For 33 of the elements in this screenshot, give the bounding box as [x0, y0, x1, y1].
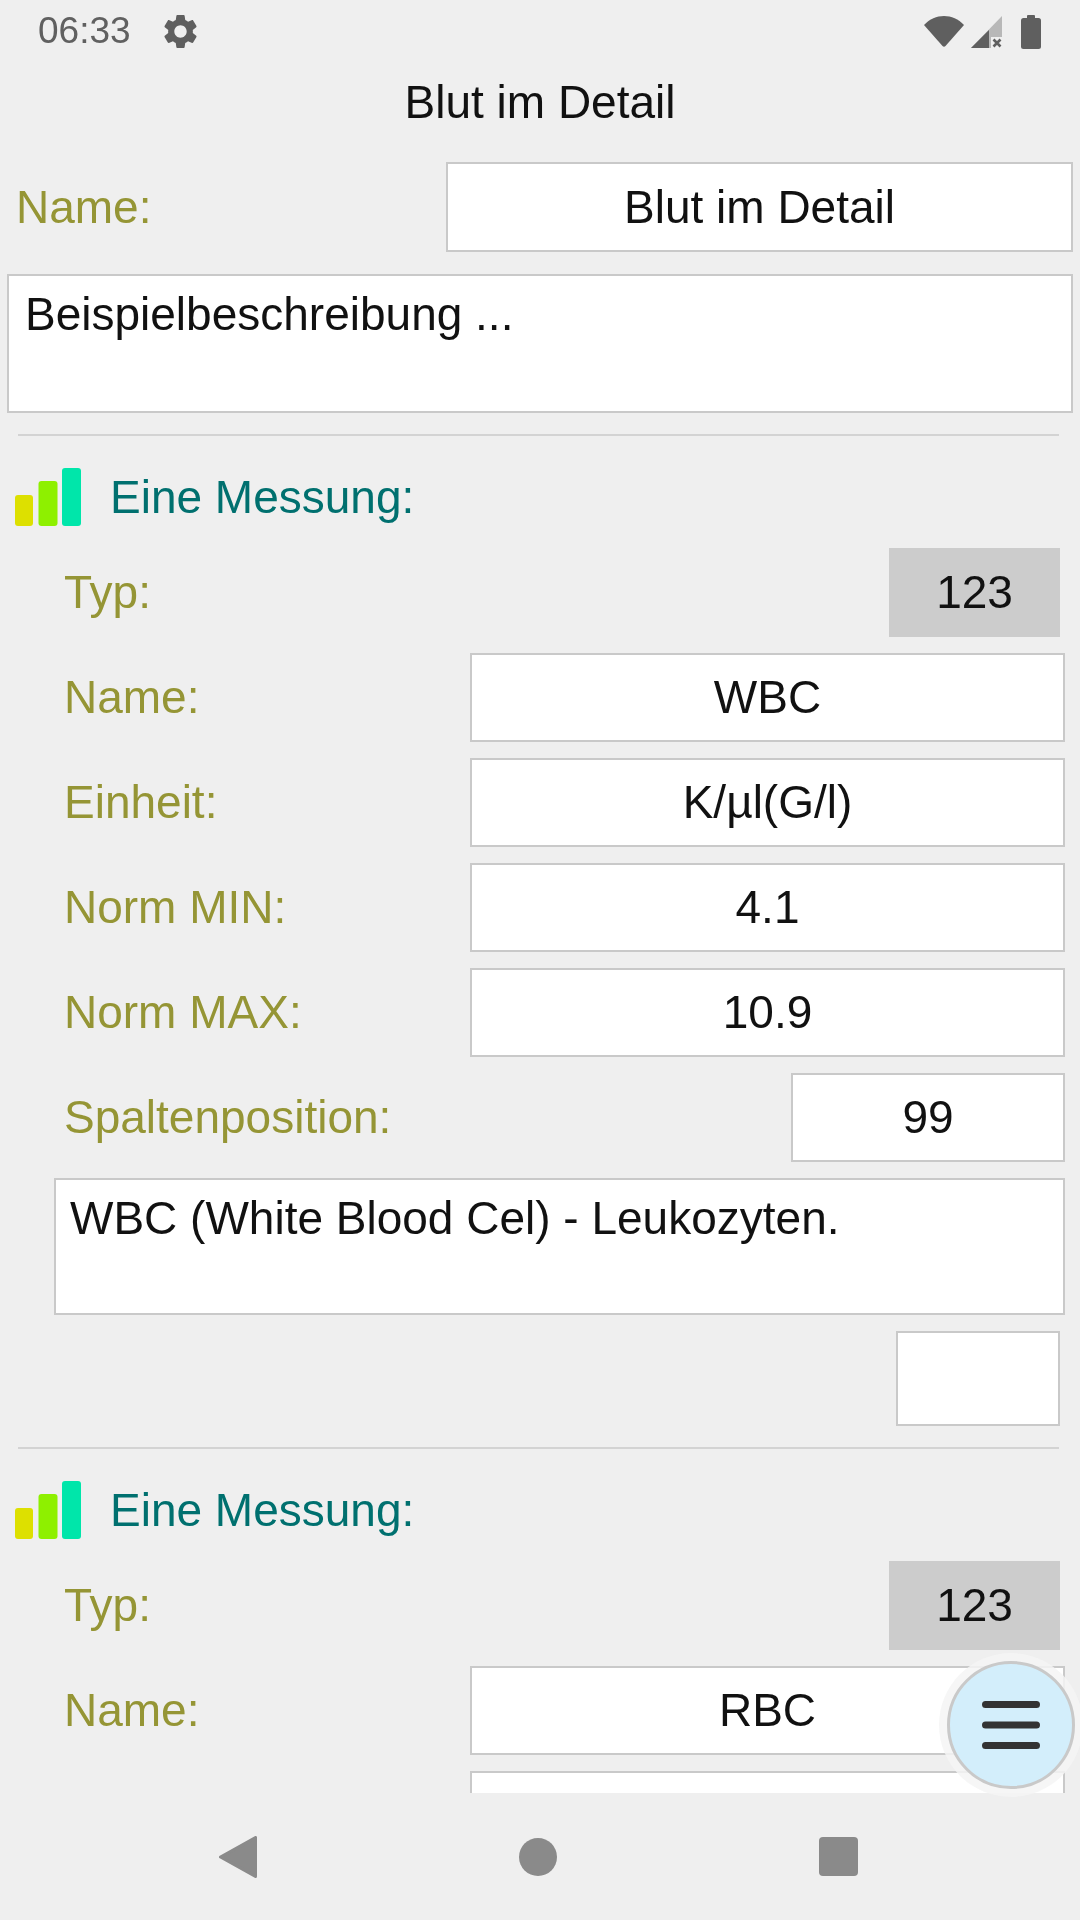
- field-label: Typ:: [64, 1579, 151, 1632]
- field-label: Norm MAX:: [64, 986, 302, 1039]
- number-field[interactable]: 99: [791, 1073, 1065, 1162]
- field-label: Typ:: [64, 566, 151, 619]
- field-label: Spaltenposition:: [64, 1091, 392, 1144]
- status-time: 06:33: [38, 11, 131, 52]
- description-field[interactable]: Beispielbeschreibung ...: [7, 274, 1073, 413]
- field-label: Name:: [64, 1684, 200, 1737]
- field-label: Name:: [16, 180, 152, 234]
- text-field[interactable]: WBC: [470, 653, 1065, 742]
- screen-title: Blut im Detail: [404, 75, 676, 129]
- field-label: Einheit:: [64, 776, 218, 829]
- back-icon[interactable]: [219, 1835, 257, 1878]
- empty-field[interactable]: [896, 1331, 1060, 1426]
- section-title: Eine Messung:: [110, 470, 415, 524]
- section-title: Eine Messung:: [110, 1483, 415, 1537]
- type-field[interactable]: 123: [889, 1561, 1060, 1650]
- text-field[interactable]: Blut im Detail: [446, 162, 1073, 252]
- signal-icon: [971, 15, 1002, 48]
- field-label: Norm MIN:: [64, 881, 287, 934]
- note-field[interactable]: WBC (White Blood Cel) - Leukozyten.: [54, 1178, 1065, 1315]
- bar-chart-icon: [15, 468, 81, 526]
- wifi-icon: [924, 16, 964, 47]
- text-field[interactable]: 4.1: [470, 863, 1065, 952]
- menu-icon: [982, 1701, 1040, 1749]
- field-label: Name:: [64, 671, 200, 724]
- text-field[interactable]: 10.9: [470, 968, 1065, 1057]
- bar-chart-icon: [15, 1481, 81, 1539]
- home-icon[interactable]: [519, 1837, 557, 1876]
- gear-icon: [163, 15, 197, 48]
- type-field[interactable]: 123: [889, 548, 1060, 637]
- battery-icon: [1021, 14, 1041, 49]
- text-field[interactable]: K/µl(G/l): [470, 758, 1065, 847]
